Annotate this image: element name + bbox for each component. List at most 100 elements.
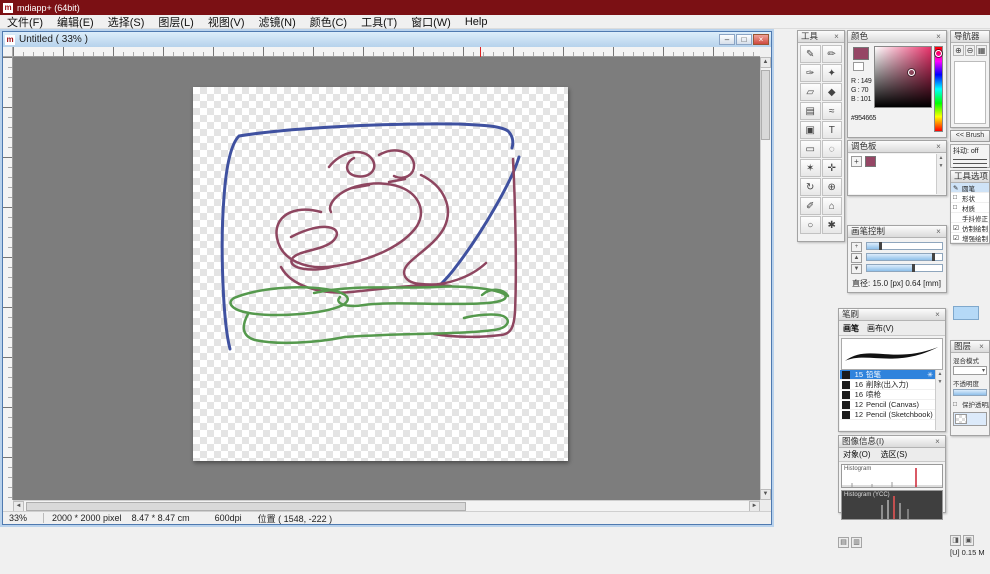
add-size-button[interactable]: + [851, 242, 862, 252]
layer-color-swatch[interactable] [953, 306, 979, 320]
palette-grid[interactable]: + [849, 154, 936, 194]
checkbox-icon[interactable]: □ [953, 194, 960, 201]
menu-window[interactable]: 窗口(W) [404, 14, 458, 30]
tools-panel-header[interactable]: 工具× [798, 31, 844, 43]
close-icon[interactable]: × [934, 31, 943, 42]
size-down-icon[interactable]: ▼ [851, 264, 862, 274]
secondary-color-swatch[interactable] [853, 62, 864, 71]
layer-opacity-slider[interactable] [953, 389, 987, 396]
panel-option-icon[interactable]: ▤ [838, 537, 849, 548]
layer-row[interactable] [953, 412, 987, 426]
tab-object[interactable]: 对象(O) [843, 449, 871, 460]
tab-canvas[interactable]: 画布(V) [867, 323, 894, 334]
vertical-scrollbar[interactable]: ▲ ▼ [760, 57, 771, 500]
info-panel-header[interactable]: 图像信息(I)× [839, 436, 945, 448]
option-row[interactable]: □形状 [951, 193, 989, 203]
gradient-tool[interactable]: ▤ [800, 102, 821, 120]
close-icon[interactable]: × [934, 141, 943, 152]
brush-control-header[interactable]: 画笔控制× [848, 226, 946, 238]
move-tool[interactable]: ✛ [822, 159, 843, 177]
stamp-tool[interactable]: ▣ [800, 121, 821, 139]
palette-swatch[interactable] [865, 156, 876, 167]
color-panel-header[interactable]: 颜色× [848, 31, 946, 43]
airbrush-tool[interactable]: ✦ [822, 64, 843, 82]
eraser-tool[interactable]: ▱ [800, 83, 821, 101]
text-tool[interactable]: T [822, 121, 843, 139]
brush-list-scrollbar[interactable]: ▲▼ [935, 370, 944, 430]
horizontal-scrollbar[interactable]: ◄ ► [13, 500, 760, 511]
menu-tool[interactable]: 工具(T) [354, 14, 404, 30]
hue-slider[interactable] [934, 46, 943, 132]
navigator-minimap[interactable] [954, 61, 986, 124]
close-icon[interactable]: × [977, 341, 986, 352]
brush-panel-header[interactable]: 笔刷× [839, 309, 945, 321]
palette-panel-header[interactable]: 调色板× [848, 141, 946, 153]
panel-option-icon[interactable]: ◨ [950, 535, 961, 546]
settings-tool[interactable]: ✱ [822, 216, 843, 234]
zoom-out-icon[interactable]: ⊖ [965, 45, 976, 56]
current-color-swatch[interactable] [853, 47, 869, 60]
gear-icon[interactable]: ✳ [927, 371, 933, 379]
brush-collapse-button[interactable]: << Brush [950, 130, 990, 142]
pencil-tool[interactable]: ✏ [822, 45, 843, 63]
scroll-up-icon[interactable]: ▲ [760, 57, 771, 68]
checkbox-checked-icon[interactable]: ☑ [953, 234, 960, 242]
tool-options-header[interactable]: 工具选项 [951, 171, 989, 183]
lasso-tool[interactable]: ◌ [822, 140, 843, 158]
menu-edit[interactable]: 编辑(E) [50, 14, 101, 30]
zoom-tool[interactable]: ⊕ [822, 178, 843, 196]
panel-option-icon[interactable]: ▥ [851, 537, 862, 548]
document-titlebar[interactable]: m Untitled ( 33% ) – □ × [3, 32, 771, 47]
vertical-scroll-thumb[interactable] [761, 70, 770, 140]
menu-file[interactable]: 文件(F) [0, 14, 50, 30]
menu-help[interactable]: Help [458, 16, 495, 28]
minimize-button[interactable]: – [719, 34, 735, 45]
close-icon[interactable]: × [933, 309, 942, 320]
eyedropper-tool[interactable]: ✐ [800, 197, 821, 215]
close-icon[interactable]: × [934, 226, 943, 237]
menu-color[interactable]: 颜色(C) [303, 14, 354, 30]
shape-tool[interactable]: ○ [800, 216, 821, 234]
tab-brush[interactable]: 画笔 [843, 323, 859, 334]
scroll-down-icon[interactable]: ▼ [760, 489, 771, 500]
checkbox-icon[interactable]: □ [953, 204, 960, 211]
panel-option-icon[interactable]: ▣ [963, 535, 974, 546]
layer-panel-header[interactable]: 图层× [951, 341, 989, 353]
zoom-in-icon[interactable]: ⊕ [953, 45, 964, 56]
density-slider[interactable] [866, 264, 943, 272]
option-row[interactable]: □材质 [951, 203, 989, 213]
fill-tool[interactable]: ◆ [822, 83, 843, 101]
checkbox-icon[interactable]: □ [953, 401, 960, 408]
add-color-button[interactable]: + [851, 156, 862, 167]
maximize-button[interactable]: □ [736, 34, 752, 45]
brush-item[interactable]: 12 Pencil (Canvas) [840, 400, 935, 410]
tab-selection[interactable]: 选区(S) [881, 449, 908, 460]
menu-view[interactable]: 视图(V) [201, 14, 252, 30]
option-row[interactable]: ☑仿制绘制 [951, 223, 989, 233]
pen-tool[interactable]: ✎ [800, 45, 821, 63]
size-slider[interactable] [866, 242, 943, 250]
brush-item[interactable]: 16 削除(出入力) [840, 380, 935, 390]
size-up-icon[interactable]: ▲ [851, 253, 862, 263]
brush-item[interactable]: 12 Pencil (Sketchbook) [840, 410, 935, 420]
option-row[interactable]: ☑增强绘制 [951, 233, 989, 243]
canvas-viewport[interactable] [13, 57, 760, 500]
close-icon[interactable]: × [933, 436, 942, 447]
horizontal-scroll-thumb[interactable] [26, 502, 466, 511]
sv-marker-icon[interactable] [908, 69, 915, 76]
brush-item[interactable]: 16 喷枪 [840, 390, 935, 400]
close-icon[interactable]: × [832, 31, 841, 42]
opacity-slider[interactable] [866, 253, 943, 261]
saturation-value-picker[interactable] [874, 46, 932, 108]
rotate-tool[interactable]: ↻ [800, 178, 821, 196]
menu-layer[interactable]: 图层(L) [151, 14, 200, 30]
navigator-header[interactable]: 导航器 [951, 31, 989, 43]
option-row[interactable]: ✎圆笔 [951, 183, 989, 193]
checkbox-checked-icon[interactable]: ☑ [953, 224, 960, 232]
blur-tool[interactable]: ≈ [822, 102, 843, 120]
menu-select[interactable]: 选择(S) [101, 14, 152, 30]
close-button[interactable]: × [753, 34, 769, 45]
option-row[interactable]: 手抖修正 [951, 213, 989, 223]
canvas-artboard[interactable] [193, 87, 568, 461]
hue-marker-icon[interactable] [935, 50, 942, 57]
